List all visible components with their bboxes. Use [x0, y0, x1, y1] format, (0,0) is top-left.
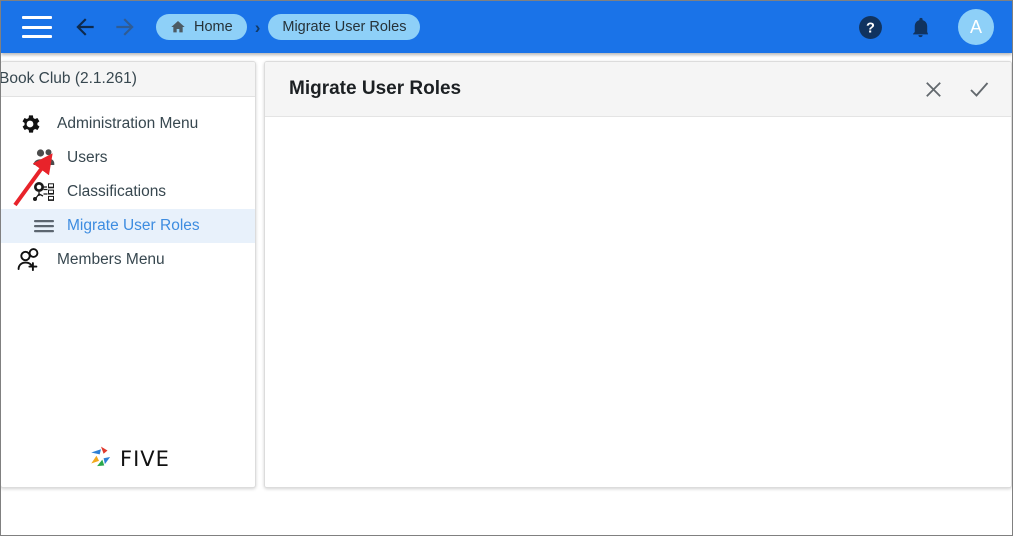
brand-logo: FIVE	[17, 442, 241, 476]
gear-glyph	[22, 115, 40, 133]
page-title: Migrate User Roles	[289, 78, 462, 99]
breadcrumb-separator: ›	[254, 17, 261, 37]
top-navigation-bar: Home › Migrate User Roles ? A	[1, 1, 1012, 53]
hamburger-line	[22, 16, 52, 19]
bell-glyph	[913, 17, 928, 37]
checkmark-glyph	[970, 82, 989, 97]
sidebar-app-title: Book Club (2.1.261)	[1, 62, 255, 97]
sidebar-item-administration-menu[interactable]: Administration Menu	[1, 107, 255, 141]
sidebar-item-members-menu[interactable]: Members Menu	[1, 243, 255, 277]
list-lines-glyph	[34, 220, 54, 233]
add-person-icon	[13, 247, 47, 273]
brand-name: FIVE	[120, 447, 170, 471]
home-glyph	[171, 21, 185, 33]
sidebar-menu: Administration Menu Users Classification…	[1, 97, 255, 277]
card-header: Migrate User Roles	[265, 62, 1011, 117]
users-glyph	[33, 149, 55, 165]
sidebar-item-migrate-user-roles[interactable]: Migrate User Roles	[1, 209, 255, 243]
arrow-forward-icon[interactable]	[110, 12, 140, 42]
gear-icon	[13, 112, 47, 136]
breadcrumb: Home › Migrate User Roles	[156, 14, 421, 40]
sidebar-panel: Book Club (2.1.261) Administration Menu	[1, 61, 256, 488]
arrow-forward-glyph	[116, 18, 134, 36]
avatar-initial: A	[969, 16, 982, 37]
sidebar-item-label: Users	[67, 149, 108, 166]
add-person-glyph	[17, 248, 39, 272]
five-pinwheel-glyph	[91, 446, 111, 466]
sidebar-item-label: Classifications	[67, 183, 167, 200]
users-icon	[29, 147, 59, 169]
sidebar-item-label: Migrate User Roles	[67, 217, 200, 234]
five-pinwheel-logo	[88, 444, 114, 475]
help-glyph: ?	[859, 15, 882, 39]
topbar-actions: ? A	[858, 9, 994, 45]
card-body	[265, 117, 1011, 487]
classifications-network-icon	[29, 180, 59, 204]
avatar[interactable]: A	[958, 9, 994, 45]
sidebar-item-classifications[interactable]: Classifications	[1, 175, 255, 209]
home-icon	[170, 19, 186, 35]
hamburger-line	[22, 35, 52, 38]
arrow-back-glyph	[76, 18, 94, 36]
close-x-icon[interactable]	[922, 78, 945, 101]
list-lines-icon	[29, 217, 59, 235]
application-window: Home › Migrate User Roles ? A Book Club …	[0, 0, 1013, 536]
sidebar-item-label: Administration Menu	[57, 115, 199, 132]
breadcrumb-home-label: Home	[194, 19, 233, 35]
breadcrumb-item-migrate-user-roles[interactable]: Migrate User Roles	[268, 14, 421, 40]
help-circle-icon[interactable]: ?	[858, 15, 883, 40]
breadcrumb-item-home[interactable]: Home	[156, 14, 247, 40]
sidebar-item-users[interactable]: Users	[1, 141, 255, 175]
svg-text:?: ?	[866, 20, 875, 36]
arrow-back-icon[interactable]	[70, 12, 100, 42]
card-action-buttons	[922, 77, 991, 101]
sidebar-item-label: Members Menu	[57, 251, 165, 268]
bell-icon[interactable]	[909, 16, 932, 39]
hamburger-menu-icon[interactable]	[22, 16, 52, 38]
main-content-card: Migrate User Roles	[264, 61, 1012, 488]
sidebar-app-title-label: Book Club (2.1.261)	[0, 70, 137, 87]
breadcrumb-current-label: Migrate User Roles	[282, 19, 407, 35]
classifications-glyph	[33, 182, 54, 201]
close-glyph	[926, 81, 941, 97]
hamburger-line	[22, 25, 52, 29]
checkmark-icon[interactable]	[967, 77, 991, 101]
